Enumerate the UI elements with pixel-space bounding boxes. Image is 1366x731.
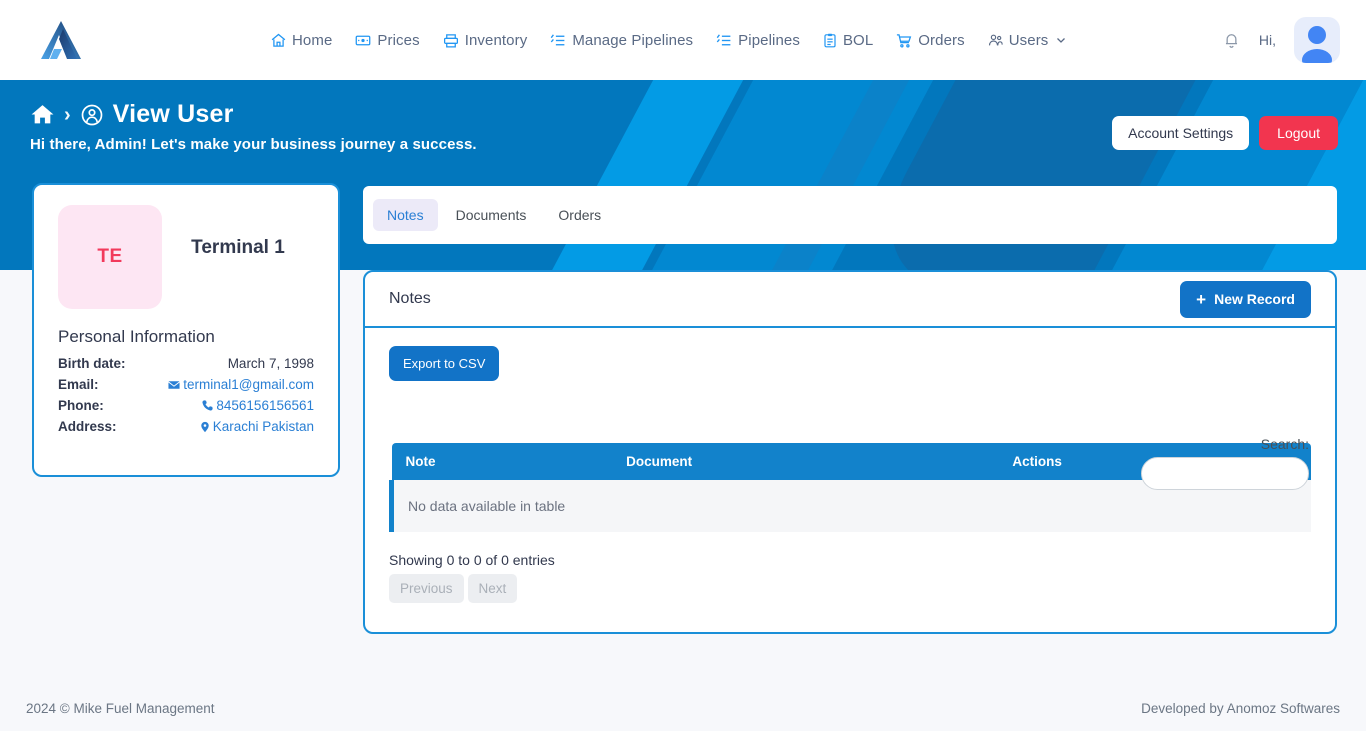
footer-copyright: 2024 © Mike Fuel Management (26, 701, 215, 716)
nav-label: BOL (843, 32, 873, 49)
profile-card: TE Terminal 1 Personal Information Birth… (32, 183, 340, 477)
info-row-address: Address: Karachi Pakistan (58, 416, 314, 437)
notes-panel: Notes + New Record Export to CSV Search:… (363, 270, 1337, 634)
nav-item-pipelines[interactable]: Pipelines (715, 32, 800, 49)
phone-link[interactable]: 8456156156561 (201, 398, 314, 413)
navbar-right: Hi, (1222, 0, 1340, 80)
page-title: View User (113, 100, 234, 129)
previous-page-button[interactable]: Previous (389, 574, 464, 603)
nav-item-bol[interactable]: BOL (822, 32, 873, 49)
personal-information-title: Personal Information (58, 327, 314, 347)
nav-item-orders[interactable]: Orders (895, 32, 964, 49)
pipeline-list-icon (715, 32, 733, 49)
pagination: Previous Next (389, 574, 1311, 603)
info-label: Birth date: (58, 356, 126, 371)
column-header-note[interactable]: Note (392, 443, 613, 480)
search-input[interactable] (1141, 457, 1309, 490)
profile-header: TE Terminal 1 (58, 205, 314, 309)
banner-actions: Account Settings Logout (1112, 116, 1338, 150)
clipboard-icon (822, 32, 838, 49)
phone-icon (201, 399, 214, 412)
logo-icon (39, 19, 83, 61)
email-link[interactable]: terminal1@gmail.com (167, 377, 314, 392)
export-csv-button[interactable]: Export to CSV (389, 346, 499, 381)
shopping-cart-icon (895, 32, 913, 49)
nav-label: Inventory (465, 32, 528, 49)
money-bill-icon (354, 32, 372, 49)
nav-label: Home (292, 32, 332, 49)
plus-icon: + (1196, 291, 1206, 308)
home-breadcrumb-icon[interactable] (30, 102, 55, 127)
table-footer: Showing 0 to 0 of 0 entries Previous Nex… (389, 552, 1311, 609)
banner-heading: › View User Hi there, Admin! Let's make … (30, 100, 477, 153)
nav-label: Prices (377, 32, 419, 49)
nav-item-users[interactable]: Users (987, 32, 1068, 49)
info-label: Email: (58, 377, 99, 392)
address-value: Karachi Pakistan (213, 419, 314, 434)
user-avatar-icon (1294, 19, 1340, 63)
avatar[interactable] (1294, 17, 1340, 63)
notes-panel-title: Notes (389, 290, 431, 308)
new-record-button[interactable]: + New Record (1180, 281, 1311, 318)
logout-button[interactable]: Logout (1259, 116, 1338, 150)
nav-item-inventory[interactable]: Inventory (442, 32, 528, 49)
breadcrumb: › View User (30, 100, 477, 129)
map-pin-icon (199, 420, 211, 434)
tab-notes[interactable]: Notes (373, 199, 438, 231)
footer-credit: Developed by Anomoz Softwares (1141, 701, 1340, 716)
search-label: Search: (1141, 436, 1309, 452)
phone-value: 8456156156561 (216, 398, 314, 413)
nav-label: Orders (918, 32, 964, 49)
page-subtitle: Hi there, Admin! Let's make your busines… (30, 136, 477, 153)
search-area: Search: (1141, 436, 1309, 490)
entries-info: Showing 0 to 0 of 0 entries (389, 552, 1311, 568)
email-value: terminal1@gmail.com (183, 377, 314, 392)
notification-bell-icon[interactable] (1222, 31, 1241, 50)
home-icon (270, 32, 287, 49)
tab-bar: Notes Documents Orders (363, 186, 1337, 244)
chevron-down-icon (1055, 34, 1067, 46)
info-row-email: Email: terminal1@gmail.com (58, 374, 314, 395)
notes-panel-header: Notes + New Record (365, 272, 1335, 328)
column-header-document[interactable]: Document (612, 443, 998, 480)
breadcrumb-separator: › (64, 105, 71, 125)
next-page-button[interactable]: Next (468, 574, 518, 603)
profile-name: Terminal 1 (162, 205, 314, 259)
user-circle-icon (80, 103, 104, 127)
address-link[interactable]: Karachi Pakistan (199, 419, 314, 434)
nav-item-home[interactable]: Home (270, 32, 332, 49)
notes-panel-body: Export to CSV Search: Note Document Acti… (365, 328, 1335, 609)
info-row-phone: Phone: 8456156156561 (58, 395, 314, 416)
company-logo[interactable] (36, 16, 86, 64)
page-footer: 2024 © Mike Fuel Management Developed by… (0, 685, 1366, 731)
profile-initials: TE (58, 205, 162, 309)
nav-label: Users (1009, 32, 1049, 49)
nav-item-manage-pipelines[interactable]: Manage Pipelines (549, 32, 693, 49)
nav-label: Manage Pipelines (572, 32, 693, 49)
tab-documents[interactable]: Documents (442, 199, 541, 231)
nav-links: Home Prices Inventory (270, 0, 1067, 80)
tab-orders[interactable]: Orders (544, 199, 615, 231)
top-navbar: Home Prices Inventory (0, 0, 1366, 80)
account-settings-button[interactable]: Account Settings (1112, 116, 1249, 150)
greeting-text: Hi, (1259, 32, 1276, 48)
envelope-icon (167, 378, 181, 392)
info-label: Address: (58, 419, 117, 434)
info-row-birthdate: Birth date: March 7, 1998 (58, 353, 314, 374)
info-value: March 7, 1998 (228, 356, 314, 371)
nav-item-prices[interactable]: Prices (354, 32, 419, 49)
pipeline-list-icon (549, 32, 567, 49)
nav-label: Pipelines (738, 32, 800, 49)
new-record-label: New Record (1214, 291, 1295, 307)
info-label: Phone: (58, 398, 104, 413)
users-icon (987, 32, 1004, 48)
inventory-box-icon (442, 32, 460, 49)
